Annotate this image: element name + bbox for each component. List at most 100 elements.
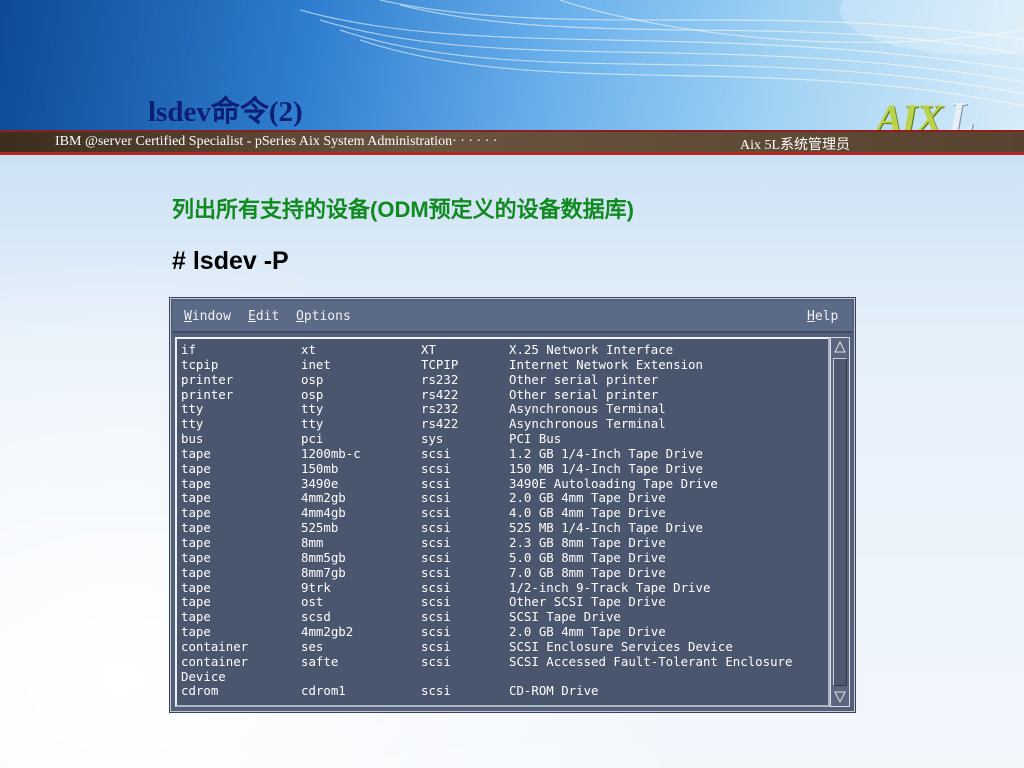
device-subclass: scsi — [421, 683, 451, 699]
device-class: container — [181, 653, 249, 669]
device-description: SCSI Accessed Fault-Tolerant Enclosure — [509, 653, 793, 669]
scroll-up-icon[interactable] — [833, 340, 847, 354]
device-subclass: scsi — [421, 520, 451, 536]
device-description: 2.0 GB 4mm Tape Drive — [509, 490, 666, 506]
device-type: 150mb — [301, 460, 339, 476]
device-class: tape — [181, 460, 211, 476]
menu-edit-mnemonic: E — [248, 309, 256, 324]
device-subclass: scsi — [421, 460, 451, 476]
device-subclass: scsi — [421, 490, 451, 506]
device-description: 2.0 GB 4mm Tape Drive — [509, 624, 666, 640]
device-class: if — [181, 342, 196, 357]
device-class: tty — [181, 401, 204, 417]
device-description: Asynchronous Terminal — [509, 416, 666, 432]
device-description: Other serial printer — [509, 386, 659, 402]
device-class: tape — [181, 564, 211, 580]
device-class: container — [181, 638, 249, 654]
device-description: SCSI Tape Drive — [509, 609, 621, 625]
device-subclass: rs232 — [421, 401, 459, 417]
output-text-area[interactable]: if xt XT X.25 Network Interface tcpip inet TC… — [175, 337, 830, 707]
device-type: xt — [301, 342, 316, 357]
slide-heading: 列出所有支持的设备(ODM预定义的设备数据库) — [172, 197, 634, 222]
device-subclass: scsi — [421, 564, 451, 580]
device-description: Asynchronous Terminal — [509, 401, 666, 417]
menu-window-mnemonic: W — [184, 309, 192, 324]
device-class: tty — [181, 416, 204, 432]
device-type: 3490e — [301, 475, 339, 491]
device-class: tape — [181, 534, 211, 550]
device-description: X.25 Network Interface — [509, 342, 674, 357]
device-type: 4mm2gb2 — [301, 624, 354, 640]
device-type: tty — [301, 416, 324, 432]
device-description: PCI Bus — [509, 431, 562, 447]
scrollbar-thumb[interactable] — [833, 358, 847, 686]
device-type: 4mm4gb — [301, 505, 346, 521]
device-class: tape — [181, 579, 211, 595]
device-subclass: scsi — [421, 594, 451, 610]
device-class: Device — [181, 668, 226, 684]
menu-help-label: elp — [814, 309, 839, 324]
scroll-down-icon[interactable] — [833, 690, 847, 704]
device-description: Internet Network Extension — [509, 356, 703, 372]
device-subclass: scsi — [421, 534, 451, 550]
device-description: 1/2-inch 9-Track Tape Drive — [509, 579, 711, 595]
device-description: 5.0 GB 8mm Tape Drive — [509, 549, 666, 565]
device-type: 8mm — [301, 534, 324, 550]
device-subclass: TCPIP — [421, 356, 459, 372]
device-class: printer — [181, 386, 234, 402]
menu-options-mnemonic: O — [296, 309, 304, 324]
device-type: pci — [301, 431, 324, 447]
device-subclass: scsi — [421, 475, 451, 491]
device-class: cdrom — [181, 683, 219, 699]
device-description: 1.2 GB 1/4-Inch Tape Drive — [509, 445, 703, 461]
device-type: scsd — [301, 609, 331, 625]
device-subclass: rs232 — [421, 371, 459, 387]
device-description: Other SCSI Tape Drive — [509, 594, 666, 610]
device-class: tcpip — [181, 356, 219, 372]
menu-window[interactable]: Window — [184, 309, 231, 324]
terminal-window: Window Edit Options Help if xt XT X.25 Netw… — [170, 298, 855, 712]
device-subclass: XT — [421, 342, 436, 357]
menu-bar: Window Edit Options Help — [173, 301, 852, 333]
device-type: 8mm5gb — [301, 549, 346, 565]
device-description: 2.3 GB 8mm Tape Drive — [509, 534, 666, 550]
device-class: tape — [181, 520, 211, 536]
device-description: 525 MB 1/4-Inch Tape Drive — [509, 520, 703, 536]
subtitle-bar: IBM @server Certified Specialist - pSeri… — [0, 130, 1024, 155]
slide-title: lsdev命令(2) — [148, 96, 303, 128]
device-description: 4.0 GB 4mm Tape Drive — [509, 505, 666, 521]
device-type: inet — [301, 356, 331, 372]
device-class: tape — [181, 445, 211, 461]
device-subclass: sys — [421, 431, 444, 447]
menu-help[interactable]: Help — [807, 309, 838, 324]
device-subclass: rs422 — [421, 386, 459, 402]
device-type: 8mm7gb — [301, 564, 346, 580]
device-type: osp — [301, 371, 324, 387]
device-subclass: scsi — [421, 445, 451, 461]
command-text: # lsdev -P — [172, 247, 289, 275]
device-subclass: scsi — [421, 549, 451, 565]
device-class: tape — [181, 609, 211, 625]
device-subclass: scsi — [421, 653, 451, 669]
device-class: tape — [181, 475, 211, 491]
device-type: 9trk — [301, 579, 331, 595]
menu-edit[interactable]: Edit — [248, 309, 279, 324]
device-description: 3490E Autoloading Tape Drive — [509, 475, 718, 491]
device-description: 150 MB 1/4-Inch Tape Drive — [509, 460, 703, 476]
device-description: 7.0 GB 8mm Tape Drive — [509, 564, 666, 580]
device-class: tape — [181, 549, 211, 565]
device-class: printer — [181, 371, 234, 387]
vertical-scrollbar[interactable] — [830, 337, 850, 707]
course-tag: Aix 5L系统管理员 — [740, 138, 851, 153]
device-type: ost — [301, 594, 324, 610]
menu-window-label: indow — [191, 309, 231, 324]
menu-options-label: ptions — [303, 309, 351, 324]
menu-options[interactable]: Options — [296, 309, 351, 324]
menu-help-mnemonic: H — [807, 309, 815, 324]
device-type: 525mb — [301, 520, 339, 536]
course-subtitle: IBM @server Certified Specialist - pSeri… — [55, 134, 498, 149]
device-class: tape — [181, 594, 211, 610]
device-subclass: scsi — [421, 638, 451, 654]
device-subclass: scsi — [421, 505, 451, 521]
device-subclass: scsi — [421, 579, 451, 595]
